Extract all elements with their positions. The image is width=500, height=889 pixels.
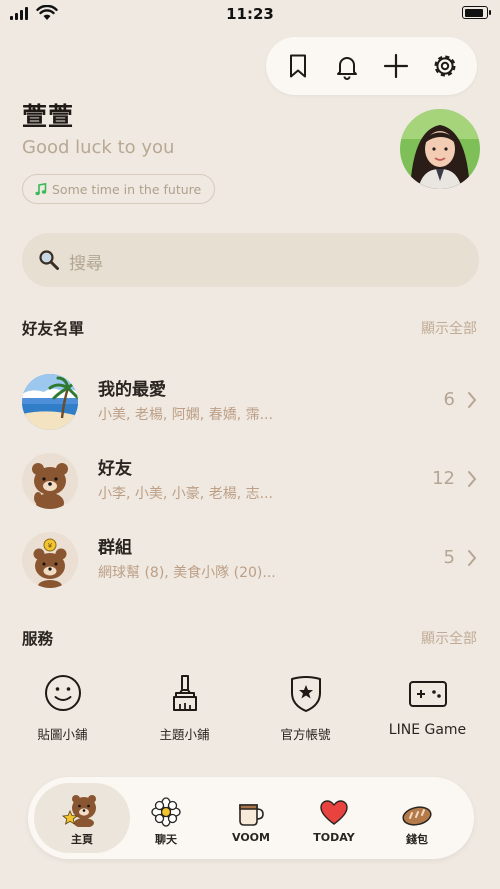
service-label: 官方帳號 [280,727,331,742]
add-friend-button[interactable] [380,50,412,82]
services-section-title: 服務 [22,630,54,648]
avatar-photo [400,109,480,189]
friend-row-subtitle: 小李, 小美, 小豪, 老楊, 志... [98,486,273,502]
gear-icon [434,55,456,77]
nav-label: TODAY [313,831,355,844]
top-actions-bar [266,37,477,95]
service-label: LINE Game [388,722,467,738]
shield-star-icon [290,676,321,712]
gamepad-icon [408,681,447,707]
friend-row-favorites[interactable]: 我的最愛 小美, 老楊, 阿嫻, 春嬌, 霈... 6 [22,372,477,432]
friends-thumbnail [22,453,78,509]
mug-icon [239,804,264,826]
friend-row-count: 12 [432,468,455,489]
profile-name[interactable]: 萱萱 [22,97,74,133]
friend-row-count: 5 [443,547,455,568]
notifications-button[interactable] [331,50,363,82]
friend-row-title: 我的最愛 [98,380,166,400]
chevron-right-icon [468,471,477,487]
nav-wallet[interactable]: 錢包 [371,783,463,853]
nav-label: 聊天 [155,833,177,846]
friend-row-title: 群組 [98,538,132,558]
friends-section-title: 好友名單 [22,320,85,338]
nav-label: 錢包 [406,833,428,846]
friend-row-title: 好友 [98,459,132,479]
battery-icon [462,6,491,19]
nav-voom[interactable]: VOOM [205,783,297,853]
status-bar: 11:23 [0,0,500,30]
bell-icon [337,57,357,80]
service-theme-shop[interactable]: 主題小鋪 [122,672,247,743]
brush-icon [172,675,197,711]
bookmark-button[interactable] [282,50,314,82]
nav-label: 主頁 [71,833,93,846]
bookmark-icon [290,54,306,78]
service-label: 貼圖小鋪 [37,727,88,742]
nav-today[interactable]: TODAY [288,783,380,853]
search-icon [39,250,59,270]
friend-row-subtitle: 小美, 老楊, 阿嫻, 春嬌, 霈... [98,407,273,423]
service-official-accounts[interactable]: 官方帳號 [243,672,368,743]
friend-row-subtitle: 網球幫 (8), 美食小隊 (20)... [98,565,276,581]
heart-icon [320,800,348,825]
services-section-header: 服務 顯示全部 [22,627,477,649]
services-show-all-link[interactable]: 顯示全部 [421,628,477,648]
settings-button[interactable] [429,50,461,82]
profile-status-message[interactable]: Good luck to you [22,137,174,158]
friends-section-header: 好友名單 顯示全部 [22,317,477,339]
status-time: 11:23 [226,5,274,23]
nav-home[interactable]: 主頁 [34,783,130,853]
service-sticker-shop[interactable]: 貼圖小鋪 [0,672,125,743]
favorites-thumbnail [22,374,78,430]
svg-text:¥: ¥ [48,542,53,550]
nav-label: VOOM [232,831,270,844]
nav-chats[interactable]: 聊天 [120,783,212,853]
plus-icon [383,53,409,79]
services-grid: 貼圖小鋪 主題小鋪 官方帳號 LINE Game [0,672,500,752]
profile-music-text: Some time in the future [52,181,202,197]
friend-row-count: 6 [443,389,455,410]
brown-bear-icon [62,795,96,827]
bottom-navigation: 主頁 聊天 VOOM TODAY 錢包 [28,777,474,859]
chevron-right-icon [468,392,477,408]
chevron-right-icon [468,550,477,566]
friend-row-groups[interactable]: ¥ 群組 網球幫 (8), 美食小隊 (20)... 5 [22,530,477,590]
profile-music-pill[interactable]: Some time in the future [22,174,216,204]
friend-row-friends[interactable]: 好友 小李, 小美, 小豪, 老楊, 志... 12 [22,451,477,511]
service-line-game[interactable]: LINE Game [365,672,490,738]
bread-icon [402,806,432,826]
search-bar[interactable]: 搜尋 [22,233,479,287]
profile-avatar[interactable] [400,109,480,189]
smiley-icon [44,675,81,711]
groups-thumbnail: ¥ [22,532,78,588]
search-placeholder: 搜尋 [69,254,103,274]
music-note-icon [35,182,47,195]
flower-icon [151,797,181,827]
friends-show-all-link[interactable]: 顯示全部 [421,318,477,338]
service-label: 主題小鋪 [159,727,210,742]
